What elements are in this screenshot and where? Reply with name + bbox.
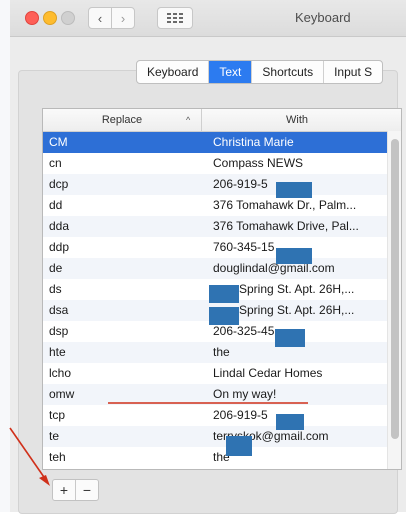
with-cell: Spring St. Apt. 26H,... (239, 282, 355, 296)
with-cell: On my way! (213, 387, 277, 401)
replace-cell: cn (49, 156, 62, 170)
with-cell: 376 Tomahawk Drive, Pal... (213, 219, 359, 233)
replace-cell: omw (49, 387, 75, 401)
replace-cell: te (49, 429, 60, 443)
redaction-mark (226, 436, 252, 456)
add-button[interactable]: + (53, 480, 75, 500)
with-cell: 376 Tomahawk Dr., Palm... (213, 198, 357, 212)
minimize-window-icon[interactable] (43, 11, 57, 25)
with-cell: Spring St. Apt. 26H,... (239, 303, 355, 317)
table-row[interactable]: lcho Lindal Cedar Homes (43, 363, 387, 384)
table-row[interactable]: hte the (43, 342, 387, 363)
replace-cell: de (49, 261, 63, 275)
replace-cell: tcp (49, 408, 66, 422)
replace-cell: ddp (49, 240, 70, 254)
table-row[interactable]: de douglindal@gmail.com (43, 258, 387, 279)
table-row[interactable]: omw On my way! (43, 384, 387, 405)
table-row[interactable]: tcp 206-919-5 (43, 405, 387, 426)
table-row[interactable]: cn Compass NEWS (43, 153, 387, 174)
redaction-mark (276, 248, 312, 264)
replace-cell: lcho (49, 366, 72, 380)
replace-cell: ds (49, 282, 62, 296)
column-header-replace[interactable]: Replace (43, 109, 202, 131)
table-row[interactable]: dd 376 Tomahawk Dr., Palm... (43, 195, 387, 216)
scrollbar-thumb[interactable] (391, 139, 399, 439)
redaction-mark (276, 182, 312, 198)
preference-tabs: Keyboard Text Shortcuts Input S (136, 60, 384, 84)
replace-cell: CM (49, 135, 68, 149)
show-all-button[interactable] (157, 7, 193, 29)
replace-cell: dda (49, 219, 70, 233)
window-title: Keyboard (295, 10, 351, 25)
back-button[interactable]: ‹ (88, 7, 112, 29)
replace-cell: dsa (49, 303, 69, 317)
replace-cell: dsp (49, 324, 69, 338)
replace-cell: teh (49, 450, 66, 464)
tab-text[interactable]: Text (209, 61, 253, 83)
table-row[interactable]: teh the (43, 447, 387, 468)
redaction-mark (275, 329, 305, 347)
table-row[interactable]: ddp 760-345-15 (43, 237, 387, 258)
replace-cell: hte (49, 345, 66, 359)
table-row[interactable]: dda 376 Tomahawk Drive, Pal... (43, 216, 387, 237)
with-cell: Christina Marie (213, 135, 294, 149)
table-row[interactable]: CM Christina Marie (43, 132, 387, 153)
title-bar: ‹ › Keyboard (10, 0, 406, 37)
table-header: Replace ^ With (43, 109, 401, 132)
table-row[interactable]: dcp 206-919-5 (43, 174, 387, 195)
close-window-icon[interactable] (25, 11, 39, 25)
redaction-mark (209, 307, 239, 325)
replace-cell: dd (49, 198, 63, 212)
remove-button[interactable]: − (75, 480, 98, 500)
grid-icon (167, 13, 183, 23)
add-remove-control: + − (52, 479, 99, 501)
table-scrollbar[interactable] (387, 131, 401, 469)
tab-input-sources[interactable]: Input S (324, 61, 382, 83)
with-cell: Compass NEWS (213, 156, 304, 170)
redaction-mark (276, 414, 304, 430)
tab-shortcuts[interactable]: Shortcuts (252, 61, 325, 83)
sort-ascending-icon: ^ (186, 115, 191, 125)
forward-button[interactable]: › (111, 7, 135, 29)
redaction-mark (209, 285, 239, 303)
table-row[interactable]: te terryskok@gmail.com (43, 426, 387, 447)
with-cell: Lindal Cedar Homes (213, 366, 323, 380)
replace-cell: dcp (49, 177, 69, 191)
column-header-with[interactable]: With (202, 109, 392, 131)
tab-keyboard[interactable]: Keyboard (137, 61, 210, 83)
zoom-window-icon[interactable] (61, 11, 75, 25)
